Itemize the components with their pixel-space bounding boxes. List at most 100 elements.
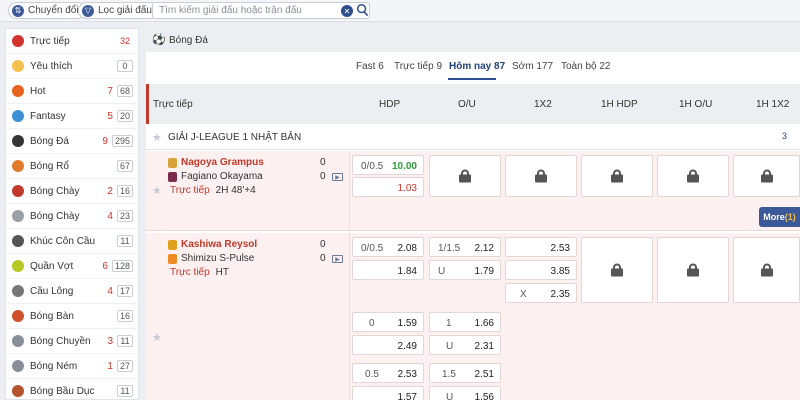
tab-all[interactable]: Toàn bộ 22 xyxy=(561,61,611,72)
sidebar-item-label: Cầu Lông xyxy=(30,285,74,297)
ou-over-odds[interactable]: 1/1.5 2.12 xyxy=(429,237,501,257)
col-1x2: 1X2 xyxy=(534,99,552,110)
sidebar-item[interactable]: Hot 7 68 xyxy=(6,79,138,104)
away-score: 0 xyxy=(320,253,326,264)
basketball-icon xyxy=(12,160,24,172)
sidebar-item-label: Bóng Rổ xyxy=(30,160,69,172)
match-teams: ★ Kashiwa Reysol 0 Shimizu S-Pulse 0 ▶ T… xyxy=(146,233,350,400)
switch-button[interactable]: ⇅ Chuyển đổi xyxy=(8,2,86,19)
sidebar-count-badge: 295 xyxy=(111,135,133,147)
ou-over-odds[interactable]: 1 1.66 xyxy=(429,312,501,332)
rugby-ball-icon xyxy=(12,385,24,397)
sidebar-item[interactable]: Trực tiếp 32 xyxy=(6,29,138,54)
tv-icon[interactable]: ▶ xyxy=(332,173,343,181)
tv-icon[interactable]: ▶ xyxy=(332,255,343,263)
sidebar-item[interactable]: Bóng Rổ 67 xyxy=(6,154,138,179)
baseball-icon xyxy=(12,210,24,222)
sidebar-item-label: Bóng Chuyền xyxy=(30,335,91,347)
1h-hdp-locked xyxy=(581,237,653,303)
more-markets-button[interactable]: More (1) xyxy=(759,207,800,227)
sidebar-item[interactable]: Bóng Bầu Dục 11 xyxy=(6,379,138,400)
lock-icon xyxy=(687,169,699,183)
ou-under-odds[interactable]: U 1.56 xyxy=(429,386,501,400)
active-tab-indicator xyxy=(448,78,496,80)
sidebar-item[interactable]: Bóng Chày 4 23 xyxy=(6,204,138,229)
league-row[interactable]: ★ GIẢI J-LEAGUE 1 NHẬT BẢN 3 xyxy=(146,124,800,150)
ou-under-odds[interactable]: U 2.31 xyxy=(429,335,501,355)
sidebar-item-label: Bóng Ném xyxy=(30,360,78,372)
sidebar-count-badge: 20 xyxy=(116,110,133,122)
clear-icon[interactable]: ✕ xyxy=(341,5,353,17)
sidebar-live-count: 1 xyxy=(107,360,113,372)
sidebar-item[interactable]: Yêu thích 0 xyxy=(6,54,138,79)
lock-icon xyxy=(611,169,623,183)
sidebar-item[interactable]: Bóng Ném 1 27 xyxy=(6,354,138,379)
sidebar-item[interactable]: Bóng Chày 2 16 xyxy=(6,179,138,204)
x12-away-odds[interactable]: 3.85 xyxy=(505,260,577,280)
sidebar-item[interactable]: Bóng Đá 9 295 xyxy=(6,129,138,154)
filter-icon: ▽ xyxy=(82,4,94,17)
fantasy-icon xyxy=(12,110,24,122)
sidebar-live-count: 7 xyxy=(107,85,113,97)
sidebar-item-label: Yêu thích xyxy=(30,60,73,72)
sidebar-count-badge: 16 xyxy=(116,310,133,322)
lock-icon xyxy=(611,263,623,277)
favorite-star-icon[interactable]: ★ xyxy=(152,131,162,144)
filter-league-button[interactable]: ▽ Lọc giải đấu xyxy=(78,2,159,19)
match-teams: ★ Nagoya Grampus 0 Fagiano Okayama 0 ▶ T… xyxy=(146,151,350,230)
sidebar-item-label: Khúc Côn Cầu xyxy=(30,235,96,247)
sidebar-live-count: 2 xyxy=(107,185,113,197)
x12-draw-odds[interactable]: X 2.35 xyxy=(505,283,577,303)
switch-label: Chuyển đổi xyxy=(28,5,79,16)
home-team: Kashiwa Reysol xyxy=(168,239,257,250)
sidebar-item[interactable]: Cầu Lông 4 17 xyxy=(6,279,138,304)
x12-home-odds[interactable]: 2.53 xyxy=(505,237,577,257)
hdp-home-odds[interactable]: 0.5 2.53 xyxy=(352,363,424,383)
ou-locked xyxy=(429,155,501,197)
sidebar-count-badge: 67 xyxy=(116,160,133,172)
sidebar-item[interactable]: Khúc Côn Cầu 11 xyxy=(6,229,138,254)
column-header: Trực tiếp HDP O/U 1X2 1H HDP 1H O/U 1H 1… xyxy=(146,84,800,124)
sidebar-item[interactable]: Bóng Chuyền 3 11 xyxy=(6,329,138,354)
hdp-away-odds[interactable]: 2.49 xyxy=(352,335,424,355)
tab-today[interactable]: Hôm nay 87 xyxy=(449,61,505,72)
hdp-home-odds[interactable]: 0/0.5 10.00 xyxy=(352,155,424,175)
ou-under-odds[interactable]: U 1.79 xyxy=(429,260,501,280)
sidebar-item-label: Bóng Chày xyxy=(30,185,80,197)
1h-hdp-locked xyxy=(581,155,653,197)
star-icon xyxy=(12,60,24,72)
search-input[interactable] xyxy=(159,4,339,17)
away-score: 0 xyxy=(320,171,326,182)
league-count: 3 xyxy=(782,131,788,141)
col-1h-hdp: 1H HDP xyxy=(601,99,638,110)
sidebar-count-badge: 17 xyxy=(116,285,133,297)
search-icon[interactable] xyxy=(356,3,369,18)
lock-icon xyxy=(760,263,773,277)
hdp-home-odds[interactable]: 0 1.59 xyxy=(352,312,424,332)
sidebar-item-label: Bóng Chày xyxy=(30,210,80,222)
hdp-away-odds[interactable]: 1.57 xyxy=(352,386,424,400)
baseball-icon xyxy=(12,185,24,197)
sidebar-live-count: 3 xyxy=(107,335,113,347)
hdp-away-odds[interactable]: 1.84 xyxy=(352,260,424,280)
lock-icon xyxy=(760,169,773,183)
sidebar-live-count: 5 xyxy=(107,110,113,122)
sidebar-item[interactable]: Bóng Bàn 16 xyxy=(6,304,138,329)
sidebar-live-count: 4 xyxy=(107,210,113,222)
fire-icon xyxy=(12,85,24,97)
favorite-star-icon[interactable]: ★ xyxy=(152,331,162,344)
sidebar-item-label: Trực tiếp xyxy=(30,35,70,47)
hdp-home-odds[interactable]: 0/0.5 2.08 xyxy=(352,237,424,257)
tab-live[interactable]: Trực tiếp 9 xyxy=(394,61,442,72)
tab-fast[interactable]: Fast 6 xyxy=(356,61,384,72)
hdp-away-odds[interactable]: 1.03 xyxy=(352,177,424,197)
lock-icon xyxy=(459,169,471,183)
sidebar-count-badge: 16 xyxy=(116,185,133,197)
sports-sidebar: Trực tiếp 32 Yêu thích 0 Hot 7 68 Fantasy 5 20 Bón… xyxy=(5,28,139,400)
ou-over-odds[interactable]: 1.5 2.51 xyxy=(429,363,501,383)
sidebar-item[interactable]: Quần Vợt 6 128 xyxy=(6,254,138,279)
favorite-star-icon[interactable]: ★ xyxy=(152,184,162,197)
col-ou: O/U xyxy=(458,99,476,110)
sidebar-item[interactable]: Fantasy 5 20 xyxy=(6,104,138,129)
tab-early[interactable]: Sớm 177 xyxy=(512,61,553,72)
